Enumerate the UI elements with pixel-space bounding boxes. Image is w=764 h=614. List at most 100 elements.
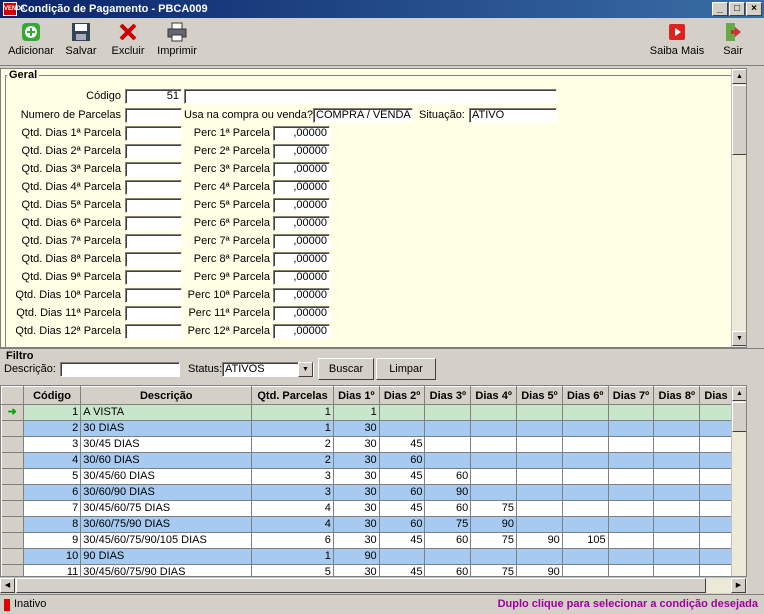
delete-button[interactable]: Excluir: [106, 22, 150, 57]
grid-vertical-scrollbar[interactable]: ▲: [731, 386, 746, 576]
column-header[interactable]: Dias 8º: [653, 386, 701, 405]
search-button[interactable]: Buscar: [318, 358, 374, 380]
cell-d1: 30: [333, 500, 380, 517]
perc-parcela-field[interactable]: ,00000: [273, 198, 330, 213]
dias-parcela-field[interactable]: [125, 162, 182, 177]
results-grid[interactable]: Código Descrição Qtd. Parcelas Dias 1º Dias …: [0, 385, 747, 577]
exit-icon: [726, 23, 741, 41]
dias-parcela-field[interactable]: [125, 252, 182, 267]
dias-parcela-field[interactable]: [125, 324, 182, 339]
perc-parcela-field[interactable]: ,00000: [273, 288, 330, 303]
cell-d8: [653, 404, 701, 421]
inactive-swatch: [4, 599, 10, 611]
perc-parcela-field[interactable]: ,00000: [273, 162, 330, 177]
cell-codigo: 1: [23, 404, 82, 421]
dias-parcela-field[interactable]: [125, 198, 182, 213]
column-header[interactable]: Dias 4º: [470, 386, 518, 405]
minimize-button[interactable]: _: [712, 2, 728, 16]
dias-parcela-field[interactable]: [125, 270, 182, 285]
scroll-right-icon[interactable]: ▶: [731, 578, 746, 593]
scroll-up-icon[interactable]: ▲: [732, 69, 746, 84]
perc-parcela-field[interactable]: ,00000: [273, 180, 330, 195]
add-icon: [22, 23, 40, 41]
cell-d5: 90: [516, 532, 563, 549]
grid-scroll-up-icon[interactable]: ▲: [732, 386, 746, 401]
cell-d1: 30: [333, 468, 380, 485]
dias-parcela-field[interactable]: [125, 234, 182, 249]
column-header[interactable]: Dias 6º: [561, 386, 609, 405]
grid-hscroll-thumb[interactable]: [16, 578, 706, 593]
perc-parcela-field[interactable]: ,00000: [273, 270, 330, 285]
cell-d2: 60: [379, 452, 426, 469]
dias-parcela-field[interactable]: [125, 306, 182, 321]
perc-parcela-field[interactable]: ,00000: [273, 234, 330, 249]
table-row[interactable]: 2 30 DIAS 1 30: [1, 420, 746, 437]
table-row[interactable]: 5 30/45/60 DIAS 3 30 45 60: [1, 468, 746, 485]
perc-parcela-field[interactable]: ,00000: [273, 126, 330, 141]
close-button[interactable]: ×: [746, 2, 762, 16]
chevron-down-icon[interactable]: ▼: [298, 362, 313, 377]
situacao-field[interactable]: ATIVO: [469, 108, 557, 123]
num-parcelas-field[interactable]: [125, 108, 182, 123]
perc-parcela-field[interactable]: ,00000: [273, 306, 330, 321]
cell-d8: [653, 468, 701, 485]
perc-parcela-field[interactable]: ,00000: [273, 144, 330, 159]
table-row[interactable]: 8 30/60/75/90 DIAS 4 30 60 75 90: [1, 516, 746, 533]
table-row[interactable]: 7 30/45/60/75 DIAS 4 30 45 60 75: [1, 500, 746, 517]
table-row[interactable]: 11 30/45/60/75/90 DIAS 5 30 45 60 75 90: [1, 564, 746, 576]
column-header[interactable]: Dias 5º: [516, 386, 563, 405]
dias-parcela-label: Qtd. Dias 12ª Parcela: [15, 325, 121, 337]
cell-d3: [424, 452, 472, 469]
grid-scroll-thumb[interactable]: [732, 402, 746, 432]
print-label: Imprimir: [157, 45, 197, 57]
column-header[interactable]: Dias 7º: [607, 386, 655, 405]
descricao-field[interactable]: [184, 89, 557, 104]
clear-button[interactable]: Limpar: [376, 358, 436, 380]
dias-parcela-field[interactable]: [125, 216, 182, 231]
column-header[interactable]: Dias 3º: [424, 386, 472, 405]
codigo-field[interactable]: 51: [125, 89, 182, 104]
dias-parcela-field[interactable]: [125, 288, 182, 303]
scroll-down-icon[interactable]: ▼: [732, 331, 746, 346]
cell-d3: 60: [424, 468, 472, 485]
maximize-button[interactable]: □: [729, 2, 745, 16]
perc-parcela-field[interactable]: ,00000: [273, 252, 330, 267]
dias-parcela-label: Qtd. Dias 6ª Parcela: [21, 217, 121, 229]
scroll-left-icon[interactable]: ◀: [0, 578, 15, 593]
grid-horizontal-scrollbar[interactable]: ◀ ▶: [0, 577, 747, 593]
geral-vertical-scrollbar[interactable]: ▲ ▼: [731, 69, 746, 347]
table-row[interactable]: 6 30/60/90 DIAS 3 30 60 90: [1, 484, 746, 501]
table-row[interactable]: 9 30/45/60/75/90/105 DIAS 6 30 45 60 75 90 105: [1, 532, 746, 549]
table-row[interactable]: 3 30/45 DIAS 2 30 45: [1, 436, 746, 453]
dias-parcela-field[interactable]: [125, 180, 182, 195]
column-header[interactable]: Qtd. Parcelas: [251, 386, 334, 405]
help-button[interactable]: Saiba Mais: [648, 22, 706, 57]
column-header[interactable]: Descrição: [80, 386, 253, 405]
print-button[interactable]: Imprimir: [152, 22, 202, 57]
table-row[interactable]: 4 30/60 DIAS 2 30 60: [1, 452, 746, 469]
cell-d6: [562, 404, 609, 421]
uso-field[interactable]: COMPRA / VENDA: [313, 108, 413, 123]
cell-d5: [516, 468, 563, 485]
filter-panel: Filtro Descrição: Status: ATIVOS ▼ Busca…: [0, 348, 764, 384]
table-row[interactable]: 10 90 DIAS 1 90: [1, 548, 746, 565]
perc-parcela-field[interactable]: ,00000: [273, 324, 330, 339]
column-header[interactable]: Dias 2º: [378, 386, 426, 405]
table-row[interactable]: ➜ 1 A VISTA 1 1: [1, 404, 746, 421]
add-button[interactable]: Adicionar: [6, 22, 56, 57]
column-header[interactable]: Dias 1º: [332, 386, 380, 405]
cell-d6: [562, 564, 609, 576]
cell-descricao: 90 DIAS: [80, 548, 253, 565]
cell-d3: 90: [424, 484, 472, 501]
cell-d8: [653, 564, 701, 576]
filter-descricao-field[interactable]: [60, 362, 180, 377]
scroll-thumb[interactable]: [732, 85, 746, 155]
print-icon: [167, 22, 187, 42]
save-button[interactable]: Salvar: [60, 22, 102, 57]
cell-d5: [516, 404, 563, 421]
perc-parcela-field[interactable]: ,00000: [273, 216, 330, 231]
dias-parcela-field[interactable]: [125, 126, 182, 141]
dias-parcela-field[interactable]: [125, 144, 182, 159]
exit-button[interactable]: Sair: [718, 22, 748, 57]
column-header[interactable]: Código: [22, 386, 82, 405]
